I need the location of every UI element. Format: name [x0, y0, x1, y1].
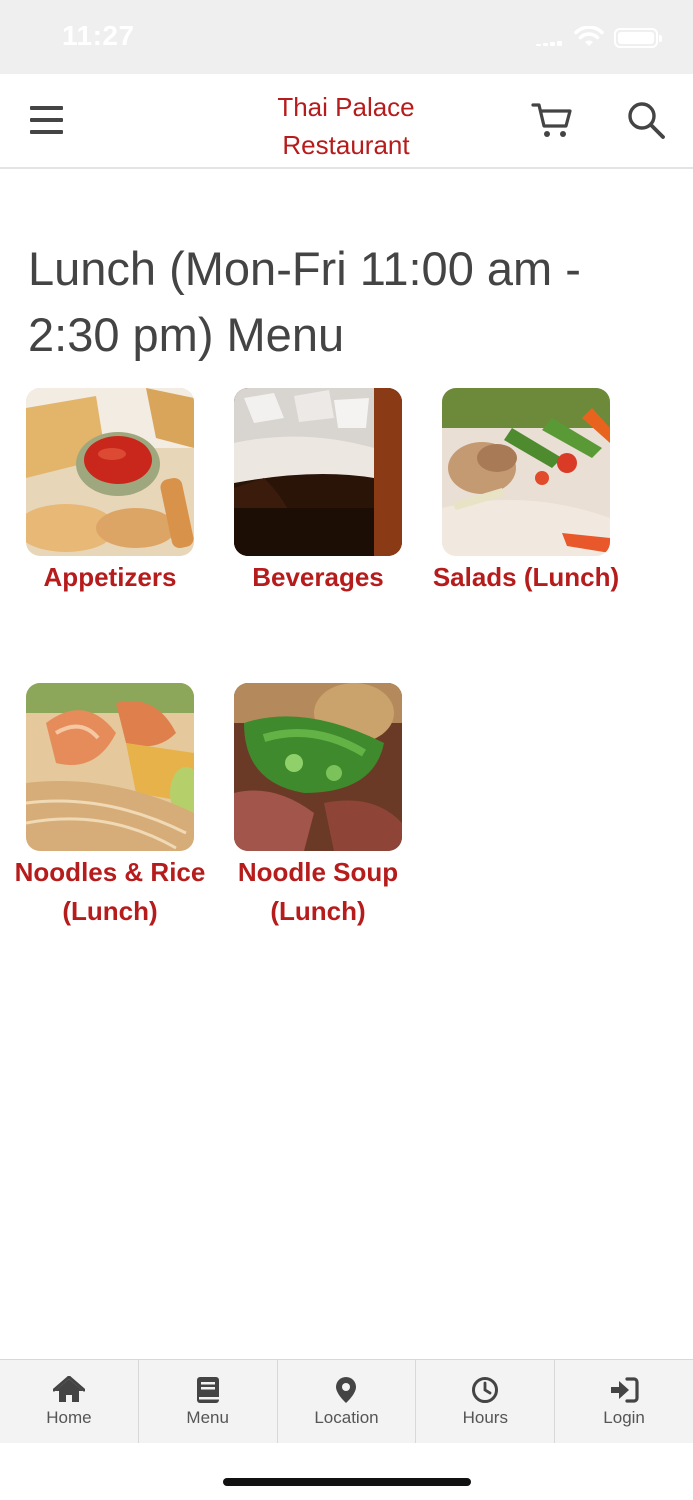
map-pin-icon [336, 1377, 357, 1403]
category-tile-appetizers[interactable]: Appetizers [10, 388, 210, 597]
beverages-photo [234, 388, 402, 556]
noodle-soup-photo [234, 683, 402, 851]
brand-line-2: Restaurant [282, 130, 410, 160]
nav-hours[interactable]: Hours [416, 1360, 556, 1443]
salads-photo [442, 388, 610, 556]
battery-icon [614, 28, 662, 48]
nav-label: Menu [186, 1408, 229, 1427]
cart-icon[interactable] [530, 100, 574, 140]
app-header: Thai Palace Restaurant [0, 74, 693, 169]
category-label: Salads (Lunch) [432, 562, 620, 592]
nav-label: Home [46, 1408, 92, 1427]
category-tile-noodle-soup[interactable]: Noodle Soup (Lunch) [218, 683, 418, 931]
sign-in-icon [611, 1377, 639, 1403]
home-icon [52, 1376, 85, 1402]
nav-label: Hours [462, 1408, 508, 1427]
bottom-nav: Home Menu Location Hours Login [0, 1359, 693, 1443]
category-label: Beverages [252, 562, 384, 592]
category-tile-beverages[interactable]: Beverages [218, 388, 418, 597]
category-label: Appetizers [43, 562, 177, 592]
nav-label: Login [603, 1408, 645, 1427]
page-title: Lunch (Mon-Fri 11:00 am - 2:30 pm) Menu [28, 242, 581, 361]
category-tile-noodles-rice[interactable]: Noodles & Rice (Lunch) [10, 683, 210, 931]
clock-icon [472, 1377, 499, 1403]
appetizers-photo [26, 388, 194, 556]
nav-home[interactable]: Home [0, 1360, 139, 1443]
hamburger-menu-icon[interactable] [30, 106, 63, 134]
home-indicator [223, 1478, 471, 1486]
brand-line-1: Thai Palace [277, 92, 415, 122]
restaurant-name[interactable]: Thai Palace Restaurant [246, 88, 446, 164]
nav-location[interactable]: Location [278, 1360, 417, 1443]
signal-icon [536, 40, 566, 46]
book-icon [196, 1377, 219, 1403]
nav-menu[interactable]: Menu [139, 1360, 278, 1443]
search-icon[interactable] [626, 100, 666, 140]
status-bar: 11:27 [0, 0, 693, 74]
wifi-icon [574, 26, 604, 46]
status-time: 11:27 [62, 20, 135, 51]
category-label: Noodles & Rice (Lunch) [14, 857, 206, 926]
category-tile-salads[interactable]: Salads (Lunch) [426, 388, 626, 597]
nav-label: Location [314, 1408, 379, 1427]
nav-login[interactable]: Login [555, 1360, 693, 1443]
noodles-rice-photo [26, 683, 194, 851]
category-label: Noodle Soup (Lunch) [237, 857, 399, 926]
